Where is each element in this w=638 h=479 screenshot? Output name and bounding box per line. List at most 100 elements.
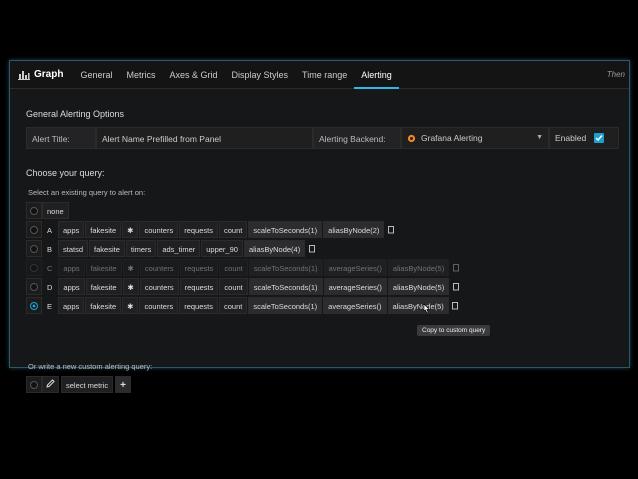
alert-title-input[interactable]: Alert Name Prefilled from Panel [96, 127, 313, 149]
tab-general[interactable]: General [73, 61, 119, 89]
query-segment[interactable]: count [219, 278, 248, 295]
enabled-checkbox[interactable] [594, 133, 605, 143]
query-row-d[interactable]: Dapps fakesite ✱ counters requests count scale… [26, 278, 461, 295]
choose-query-heading: Choose your query: [26, 168, 105, 178]
query-segment[interactable]: apps [58, 221, 85, 238]
query-segment[interactable]: ✱ [122, 221, 139, 238]
alerting-backend-label: Alerting Backend: [313, 127, 401, 149]
copy-icon[interactable] [307, 240, 317, 257]
radio-query-c[interactable] [30, 263, 38, 272]
query-segment[interactable]: apps [58, 259, 85, 276]
query-row-e[interactable]: Eapps fakesite ✱ counters requests count scale… [26, 297, 461, 314]
query-function[interactable]: scaleToSeconds(1) [248, 297, 323, 314]
query-segment[interactable]: counters [139, 221, 179, 238]
query-function[interactable]: scaleToSeconds(1) [248, 221, 323, 238]
radio-cell[interactable] [26, 259, 42, 276]
tab-alerting[interactable]: Alerting [354, 61, 399, 89]
tab-bar: Graph General Metrics Axes & Grid Displa… [10, 61, 629, 89]
copy-icon[interactable] [451, 297, 461, 314]
query-function[interactable]: aliasByNode(2) [323, 221, 385, 238]
query-segment[interactable]: statsd [58, 240, 89, 257]
radio-cell[interactable] [26, 202, 42, 219]
query-function[interactable]: aliasByNode(4) [243, 240, 306, 257]
query-segment[interactable]: apps [58, 278, 85, 295]
query-row-c[interactable]: Capps fakesite ✱ counters requests count scale… [26, 259, 461, 276]
query-ref-letter: D [47, 283, 53, 292]
query-segment[interactable]: timers [125, 240, 157, 257]
mouse-cursor-icon [423, 303, 430, 314]
query-segment[interactable]: count [219, 297, 248, 314]
radio-cell[interactable] [26, 221, 42, 238]
query-segment[interactable]: ✱ [122, 297, 139, 314]
query-function[interactable]: scaleToSeconds(1) [248, 259, 323, 276]
query-segment[interactable]: requests [179, 221, 218, 238]
query-segment[interactable]: count [219, 259, 248, 276]
query-segment[interactable]: counters [139, 297, 179, 314]
query-segment[interactable]: upper_90 [201, 240, 243, 257]
radio-query-d[interactable] [30, 282, 38, 291]
custom-query-label: Or write a new custom alerting query: [28, 362, 153, 371]
query-segment[interactable]: fakesite [85, 297, 122, 314]
tab-axes-grid[interactable]: Axes & Grid [162, 61, 224, 89]
query-segment[interactable]: ✱ [122, 278, 139, 295]
query-segment[interactable]: count [219, 221, 248, 238]
radio-query-a[interactable] [30, 225, 38, 234]
query-function[interactable]: averageSeries() [323, 259, 387, 276]
panel-type-title: Graph [34, 69, 64, 80]
select-existing-label: Select an existing query to alert on: [28, 188, 146, 197]
radio-none[interactable] [30, 206, 38, 215]
alerting-backend-select[interactable]: Grafana Alerting ▼ [401, 127, 549, 149]
query-segment[interactable]: requests [179, 297, 218, 314]
query-segment[interactable]: ads_timer [157, 240, 201, 257]
query-ref-letter: C [47, 264, 53, 273]
query-function[interactable]: scaleToSeconds(1) [248, 278, 323, 295]
alerting-backend-value: Grafana Alerting [421, 133, 483, 143]
enabled-label: Enabled [555, 133, 587, 143]
query-segment[interactable]: counters [139, 278, 179, 295]
copy-icon[interactable] [386, 221, 396, 238]
tab-time-range[interactable]: Time range [295, 61, 354, 89]
alert-title-label: Alert Title: [26, 127, 96, 149]
tab-display-styles[interactable]: Display Styles [225, 61, 296, 89]
bar-chart-icon [18, 70, 30, 80]
copy-tooltip: Copy to custom query [417, 325, 491, 336]
query-segment[interactable]: ✱ [122, 259, 139, 276]
query-segment[interactable]: counters [139, 259, 179, 276]
panel-editor: Graph General Metrics Axes & Grid Displa… [9, 60, 630, 393]
query-segment[interactable]: apps [58, 297, 85, 314]
query-segment[interactable]: fakesite [85, 221, 122, 238]
query-segment[interactable]: fakesite [85, 259, 122, 276]
query-segment[interactable]: requests [179, 259, 219, 276]
enabled-toggle[interactable]: Enabled [549, 127, 619, 149]
query-function[interactable]: aliasByNode(5) [387, 259, 450, 276]
copy-icon[interactable] [451, 278, 461, 295]
radio-cell[interactable] [26, 376, 42, 393]
radio-query-b[interactable] [30, 244, 38, 253]
truncated-right-text: Then [606, 70, 625, 79]
pencil-button[interactable] [42, 376, 59, 393]
query-segment[interactable]: fakesite [89, 240, 125, 257]
select-metric-button[interactable]: select metric [61, 376, 114, 393]
query-segment[interactable]: fakesite [85, 278, 122, 295]
radio-query-e[interactable] [30, 301, 38, 310]
radio-custom[interactable] [30, 380, 38, 389]
copy-icon[interactable] [451, 259, 461, 276]
caret-down-icon: ▼ [536, 134, 543, 141]
radio-cell[interactable] [26, 297, 42, 314]
query-function[interactable]: aliasByNode(5) [387, 278, 450, 295]
none-option[interactable]: none [42, 202, 69, 219]
radio-cell[interactable] [26, 278, 42, 295]
query-row-none[interactable]: none [26, 202, 69, 219]
tab-metrics[interactable]: Metrics [119, 61, 162, 89]
query-row-b[interactable]: Bstatsd fakesite timers ads_timer upper_90 al… [26, 240, 317, 257]
add-segment-button[interactable]: + [115, 376, 131, 393]
query-function[interactable]: averageSeries() [323, 278, 387, 295]
grafana-logo-icon [407, 134, 416, 142]
radio-cell[interactable] [26, 240, 42, 257]
query-function[interactable]: averageSeries() [323, 297, 387, 314]
checkmark-icon [595, 135, 603, 142]
general-options-row: Alert Title: Alert Name Prefilled from P… [26, 127, 619, 149]
query-function[interactable]: aliasByNode(5) [387, 297, 449, 314]
query-row-a[interactable]: Aapps fakesite ✱ counters requests count scale… [26, 221, 396, 238]
query-segment[interactable]: requests [179, 278, 219, 295]
